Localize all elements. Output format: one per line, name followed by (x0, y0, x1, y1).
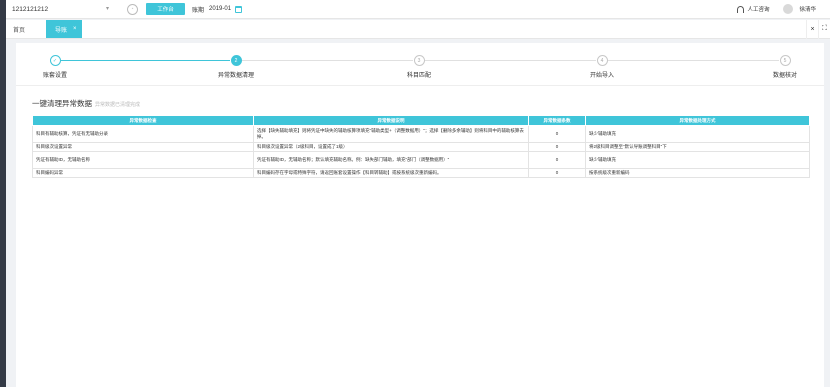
service-button[interactable]: 人工咨询 (737, 5, 769, 13)
step-4: 4 开始导入 (557, 55, 647, 79)
workbench-button[interactable]: 工作台 (146, 3, 185, 15)
tab-import[interactable]: 导账 × (46, 20, 82, 38)
main-content: ✓ 账套设置 2 异常数据清理 3 科目匹配 4 开始导入 5 数据核对 一键清… (16, 43, 824, 387)
user-name: 徐清华 (799, 7, 816, 13)
cell-check: 凭证有辅助ID，无辅助名称 (32, 151, 254, 169)
company-name: 1212121212 (12, 5, 49, 13)
step-3: 3 科目匹配 (374, 55, 464, 79)
cell-desc: 科目级次设置异常（2级科目，设置成了1级） (253, 142, 529, 152)
cell-count: 0 (528, 142, 586, 152)
user-menu[interactable]: 徐清华 (783, 4, 816, 14)
cell-check: 科目级次设置异常 (32, 142, 254, 152)
table-row: 科目编码异常 科目编码存在字母或特殊字符，请返回账套设置操作【科目转辅助】或按系… (32, 168, 810, 178)
step-label: 异常数据清理 (217, 73, 254, 79)
section-subtitle: 异常数据已清理完成 (95, 102, 141, 108)
chevron-down-icon: ▾ (106, 6, 110, 12)
step-number: 5 (779, 55, 791, 66)
top-bar: 1212121212 ▾ ◦ 工作台 账期 2019-01 人工咨询 徐清华 (6, 0, 830, 19)
step-number: 4 (596, 55, 608, 66)
cell-count: 0 (528, 168, 586, 178)
step-label: 账套设置 (42, 73, 67, 79)
step-label: 科目匹配 (406, 73, 431, 79)
cell-method: 按系统级次重新编码 (585, 168, 810, 178)
column-header: 异常数据说明 (253, 115, 529, 126)
cell-method: 缺少辅助填充 (585, 125, 810, 143)
abnormal-data-table: 异常数据检查 异常数据说明 异常数据条数 异常数据处理方式 科目有辅助核算，凭证… (32, 115, 810, 178)
cell-desc: 选择【缺失辅助填充】则将凭证中缺失的辅助核算项填充"辅助类型+（调整数据用）"；… (253, 125, 529, 143)
cell-count: 0 (528, 151, 586, 169)
service-label: 人工咨询 (747, 7, 770, 13)
cell-check: 科目有辅助核算，凭证有无辅助分录 (32, 125, 254, 143)
close-icon[interactable]: × (806, 19, 818, 39)
table-row: 科目级次设置异常 科目级次设置异常（2级科目，设置成了1级） 0 将2级科目调整… (32, 142, 810, 152)
step-indicator: ✓ 账套设置 2 异常数据清理 3 科目匹配 4 开始导入 5 数据核对 (16, 43, 824, 86)
calendar-icon[interactable] (235, 5, 243, 13)
tab-bar: 首页 导账 × × ⛶ (6, 19, 830, 39)
table-row: 凭证有辅助ID，无辅助名称 凭证有辅助ID，无辅助名称；默认填充辅助名称。例：缺… (32, 151, 810, 169)
cell-check: 科目编码异常 (32, 168, 254, 178)
circle-icon[interactable]: ◦ (127, 3, 138, 15)
avatar (783, 4, 794, 14)
column-header: 异常数据检查 (32, 115, 254, 126)
close-icon[interactable]: × (73, 26, 77, 32)
step-label: 数据核对 (772, 73, 797, 79)
step-number: 2 (230, 55, 242, 66)
fullscreen-icon[interactable]: ⛶ (818, 19, 830, 39)
check-icon: ✓ (49, 55, 61, 66)
cell-desc: 科目编码存在字母或特殊字符，请返回账套设置操作【科目转辅助】或按系统级次重新编码… (253, 168, 529, 178)
table-header-row: 异常数据检查 异常数据说明 异常数据条数 异常数据处理方式 (32, 115, 810, 126)
step-1: ✓ 账套设置 (10, 55, 100, 79)
period-label: 账期 (192, 7, 205, 14)
tab-home[interactable]: 首页 (6, 20, 32, 38)
section-header: 一键清理异常数据 异常数据已清理完成 (32, 98, 140, 109)
step-number: 3 (413, 55, 425, 66)
headset-icon (737, 5, 745, 13)
tab-import-label: 导账 (55, 27, 68, 34)
left-sidebar-strip (0, 0, 6, 387)
column-header: 异常数据处理方式 (585, 115, 810, 126)
cell-method: 将2级科目调整至"默认导账调整科目"下 (585, 142, 810, 152)
step-label: 开始导入 (589, 73, 614, 79)
section-title: 一键清理异常数据 (32, 99, 92, 108)
step-2: 2 异常数据清理 (191, 55, 281, 79)
company-selector[interactable]: 1212121212 ▾ (9, 3, 115, 16)
period-value[interactable]: 2019-01 (209, 6, 231, 12)
column-header: 异常数据条数 (528, 115, 586, 126)
step-5: 5 数据核对 (740, 55, 830, 79)
cell-count: 0 (528, 125, 586, 143)
table-row: 科目有辅助核算，凭证有无辅助分录 选择【缺失辅助填充】则将凭证中缺失的辅助核算项… (32, 125, 810, 143)
cell-desc: 凭证有辅助ID，无辅助名称；默认填充辅助名称。例：缺失部门辅助，填充"部门（调整… (253, 151, 529, 169)
cell-method: 缺少辅助填充 (585, 151, 810, 169)
